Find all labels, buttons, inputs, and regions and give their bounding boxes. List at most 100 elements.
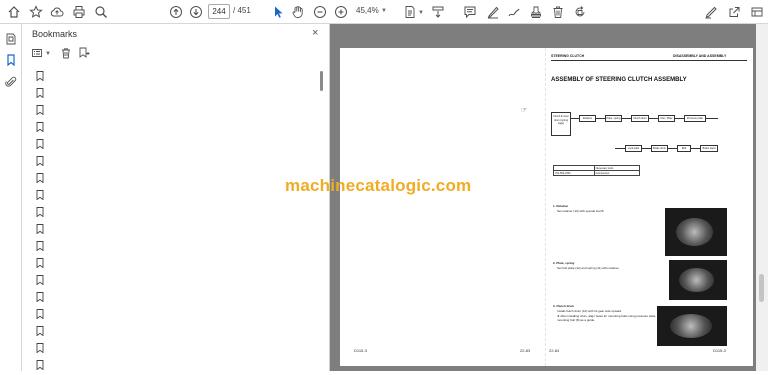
flow-box-plate-spring: Plate, spring [605,115,622,122]
options-dropdown-icon[interactable]: ▼ [45,51,51,57]
bookmark-item[interactable] [36,102,46,116]
tools-table: Necessary tools 791-552-1500 Compressor [553,165,641,176]
page-number-input[interactable]: 244 [208,4,230,19]
flow-box-bolt: Bolt [677,145,691,152]
flow-box-lock-plate: Lock plate [625,145,642,152]
more-tools-icon[interactable] [749,4,765,20]
navigation-rail [0,24,22,371]
step-note: ★ After installing drum, align holes for… [557,314,656,322]
bookmark-item[interactable] [36,255,46,269]
bookmarks-panel-icon[interactable] [4,53,18,67]
scrollbar-thumb[interactable] [759,274,764,302]
bookmark-item[interactable] [36,153,46,167]
flow-box-brake-band: Brake band [700,145,718,152]
page-total-label: / 451 [233,6,251,15]
scroll-mode-icon[interactable] [430,4,446,20]
right-footer-code: D115-3 [713,348,726,353]
hand-tool-icon[interactable] [290,4,306,20]
right-page-number: 22-84 [549,348,560,353]
left-page-number: 22-83 [520,348,531,353]
search-icon[interactable] [93,4,109,20]
header-rule [551,60,747,61]
page-fit-dropdown-icon[interactable]: ▼ [418,10,424,16]
flow-box-brake-drum: Brake drum [651,145,668,152]
attachments-icon[interactable] [4,75,18,89]
stamp-icon[interactable] [528,4,544,20]
bookmark-item[interactable] [36,323,46,337]
home-icon[interactable] [6,4,22,20]
watermark-text: machinecatalogic.com [285,176,472,195]
step-title: 1. Retainer [553,204,569,208]
delete-bookmark-icon[interactable] [59,46,73,60]
highlight-pen-icon[interactable] [485,4,501,20]
flow-connector [649,118,658,119]
flow-box-pressure-plate: Pressure plate [684,115,706,122]
page-header-right: DISASSEMBLY AND ASSEMBLY [673,54,727,58]
new-bookmark-icon[interactable] [77,46,91,60]
left-footer-code: D115-3 [354,348,367,353]
next-page-icon[interactable] [188,4,204,20]
bookmark-item[interactable] [36,119,46,133]
flow-connector [615,148,625,149]
table-cell: Compressor [593,170,641,176]
print-icon[interactable] [71,4,87,20]
bookmark-item[interactable] [36,357,46,371]
bookmark-options-icon[interactable] [30,46,44,60]
draw-freehand-icon[interactable] [506,4,522,20]
right-page: STEERING CLUTCH DISASSEMBLY AND ASSEMBLY… [545,48,753,366]
comment-icon[interactable] [462,4,478,20]
zoom-dropdown-icon[interactable]: ▼ [381,8,387,14]
step-text: Install clutch drum (10) with its gear s… [557,309,623,313]
cloud-upload-icon[interactable] [49,4,65,20]
select-cursor-icon[interactable] [270,4,286,20]
document-view[interactable]: ☞ D115-3 22-83 STEERING CLUTCH DISASSEMB… [330,24,768,371]
delete-icon[interactable] [550,4,566,20]
zoom-out-icon[interactable] [312,4,328,20]
bookmark-item[interactable] [36,85,46,99]
pointing-hand-icon: ☞ [521,107,528,114]
bookmark-item[interactable] [36,204,46,218]
bookmark-scrollbar[interactable] [320,71,323,91]
flow-start-box: Clutch & inner drum (spring cage) [551,112,571,136]
page-thumbnails-icon[interactable] [4,32,18,46]
bookmark-item[interactable] [36,340,46,354]
flow-box-clutch-drum: Clutch drum [631,115,649,122]
step-title: 3. Clutch drum [553,304,575,308]
flow-connector [596,118,605,119]
top-toolbar: 244 / 451 45,4% ▼ ▼ [0,0,768,24]
document-scrollbar[interactable] [756,24,768,371]
page-fit-icon[interactable] [402,4,418,20]
bookmark-item[interactable] [36,187,46,201]
bookmark-item[interactable] [36,170,46,184]
step-title: 2. Plate, spring [553,261,575,265]
bookmark-star-icon[interactable] [28,4,44,20]
page-header-left: STEERING CLUTCH [551,54,585,58]
sign-pen-icon[interactable] [703,4,719,20]
bookmark-item[interactable] [36,68,46,82]
flow-connector [571,118,579,119]
zoom-in-icon[interactable] [333,4,349,20]
bookmark-item[interactable] [36,289,46,303]
previous-page-icon[interactable] [168,4,184,20]
flow-connector [642,148,651,149]
rotate-icon[interactable] [572,4,588,20]
bookmark-item[interactable] [36,136,46,150]
photo-clutch-drum [657,306,727,346]
left-page: ☞ D115-3 22-83 [340,48,545,366]
bookmark-item[interactable] [36,238,46,252]
share-icon[interactable] [726,4,742,20]
bookmark-item[interactable] [36,221,46,235]
close-icon[interactable]: × [312,27,318,39]
flow-connector [622,118,631,119]
bookmark-item[interactable] [36,272,46,286]
flow-connector [675,118,684,119]
zoom-level[interactable]: 45,4% [356,6,379,15]
step-text: Set bolt plate (12) and spring (11) with… [557,266,620,270]
photo-plate-spring [669,260,727,300]
flow-box-disc-plate: Disc, Plate [658,115,675,122]
section-title: ASSEMBLY OF STEERING CLUTCH ASSEMBLY [551,77,687,83]
table-row: 791-552-1500 Compressor [553,170,641,176]
bookmark-item[interactable] [36,306,46,320]
flow-connector [706,118,718,119]
panel-title: Bookmarks [32,29,78,39]
